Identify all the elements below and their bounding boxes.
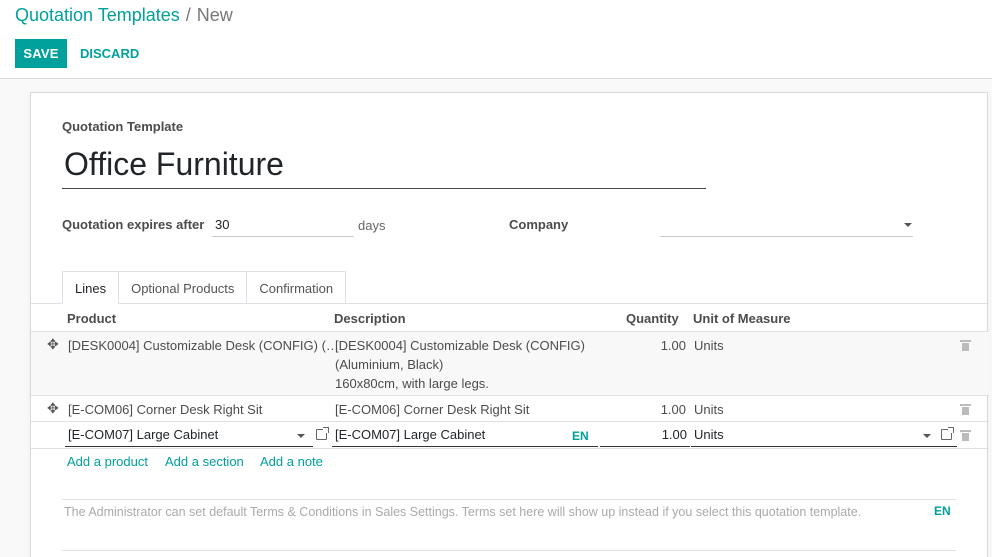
company-label: Company bbox=[509, 217, 569, 232]
row-product: [DESK0004] Customizable Desk (CONFIG) (… bbox=[68, 338, 339, 353]
column-header-quantity[interactable]: Quantity bbox=[626, 311, 679, 326]
drag-handle-icon[interactable]: ✥ bbox=[47, 400, 59, 417]
add-section-link[interactable]: Add a section bbox=[165, 454, 244, 469]
breadcrumb-separator: / bbox=[185, 5, 191, 25]
notes-translate-language-button[interactable]: EN bbox=[934, 504, 951, 518]
description-input[interactable] bbox=[332, 423, 598, 447]
row-product: [E-COM06] Corner Desk Right Sit bbox=[68, 402, 263, 417]
control-panel: Quotation Templates / New SAVE DISCARD bbox=[0, 0, 992, 79]
caret-down-icon[interactable] bbox=[923, 434, 931, 438]
row-uom: Units bbox=[694, 338, 724, 353]
breadcrumb-current: New bbox=[196, 5, 233, 25]
expires-input[interactable] bbox=[212, 213, 354, 237]
save-button[interactable]: SAVE bbox=[15, 39, 67, 68]
table-row-editing[interactable]: EN bbox=[31, 422, 989, 449]
add-product-link[interactable]: Add a product bbox=[67, 454, 148, 469]
add-note-link[interactable]: Add a note bbox=[260, 454, 323, 469]
translate-language-button[interactable]: EN bbox=[572, 429, 589, 443]
caret-down-icon bbox=[904, 223, 912, 227]
tab-optional-products[interactable]: Optional Products bbox=[118, 271, 247, 304]
row-quantity: 1.00 bbox=[660, 402, 686, 417]
tab-lines[interactable]: Lines bbox=[62, 271, 119, 304]
company-select[interactable] bbox=[660, 213, 913, 237]
template-name-label: Quotation Template bbox=[62, 119, 184, 134]
row-description-line: (Aluminium, Black) bbox=[335, 357, 444, 372]
discard-button[interactable]: DISCARD bbox=[80, 39, 139, 68]
tab-bar: Lines Optional Products Confirmation bbox=[62, 271, 347, 304]
drag-handle-icon[interactable]: ✥ bbox=[47, 336, 59, 353]
column-header-uom[interactable]: Unit of Measure bbox=[693, 311, 791, 326]
column-header-product[interactable]: Product bbox=[67, 311, 116, 326]
external-link-icon[interactable] bbox=[941, 427, 954, 440]
template-name-input[interactable] bbox=[62, 140, 706, 189]
expires-label: Quotation expires after bbox=[62, 217, 205, 232]
trash-icon[interactable] bbox=[960, 430, 971, 441]
breadcrumb-parent-link[interactable]: Quotation Templates bbox=[15, 5, 180, 25]
terms-placeholder: The Administrator can set default Terms … bbox=[64, 505, 862, 519]
breadcrumb: Quotation Templates / New bbox=[15, 5, 233, 26]
row-uom: Units bbox=[694, 402, 724, 417]
table-row[interactable]: ✥ [E-COM06] Corner Desk Right Sit [E-COM… bbox=[31, 396, 989, 422]
external-link-icon[interactable] bbox=[316, 427, 329, 440]
column-header-description[interactable]: Description bbox=[334, 311, 406, 326]
trash-icon[interactable] bbox=[960, 404, 971, 415]
tab-confirmation[interactable]: Confirmation bbox=[246, 271, 347, 304]
expires-unit: days bbox=[358, 218, 386, 233]
row-description-line: [E-COM06] Corner Desk Right Sit bbox=[335, 402, 530, 417]
form-sheet: Quotation Template Quotation expires aft… bbox=[30, 92, 989, 557]
table-row[interactable]: ✥ [DESK0004] Customizable Desk (CONFIG) … bbox=[31, 332, 989, 396]
uom-input[interactable] bbox=[691, 423, 957, 447]
quantity-input[interactable] bbox=[600, 423, 690, 447]
row-description-line: 160x80cm, with large legs. bbox=[335, 376, 489, 391]
trash-icon[interactable] bbox=[960, 340, 971, 351]
row-quantity: 1.00 bbox=[660, 338, 686, 353]
row-description-line: [DESK0004] Customizable Desk (CONFIG) bbox=[335, 338, 585, 353]
product-input[interactable] bbox=[65, 423, 313, 447]
caret-down-icon[interactable] bbox=[297, 434, 305, 438]
